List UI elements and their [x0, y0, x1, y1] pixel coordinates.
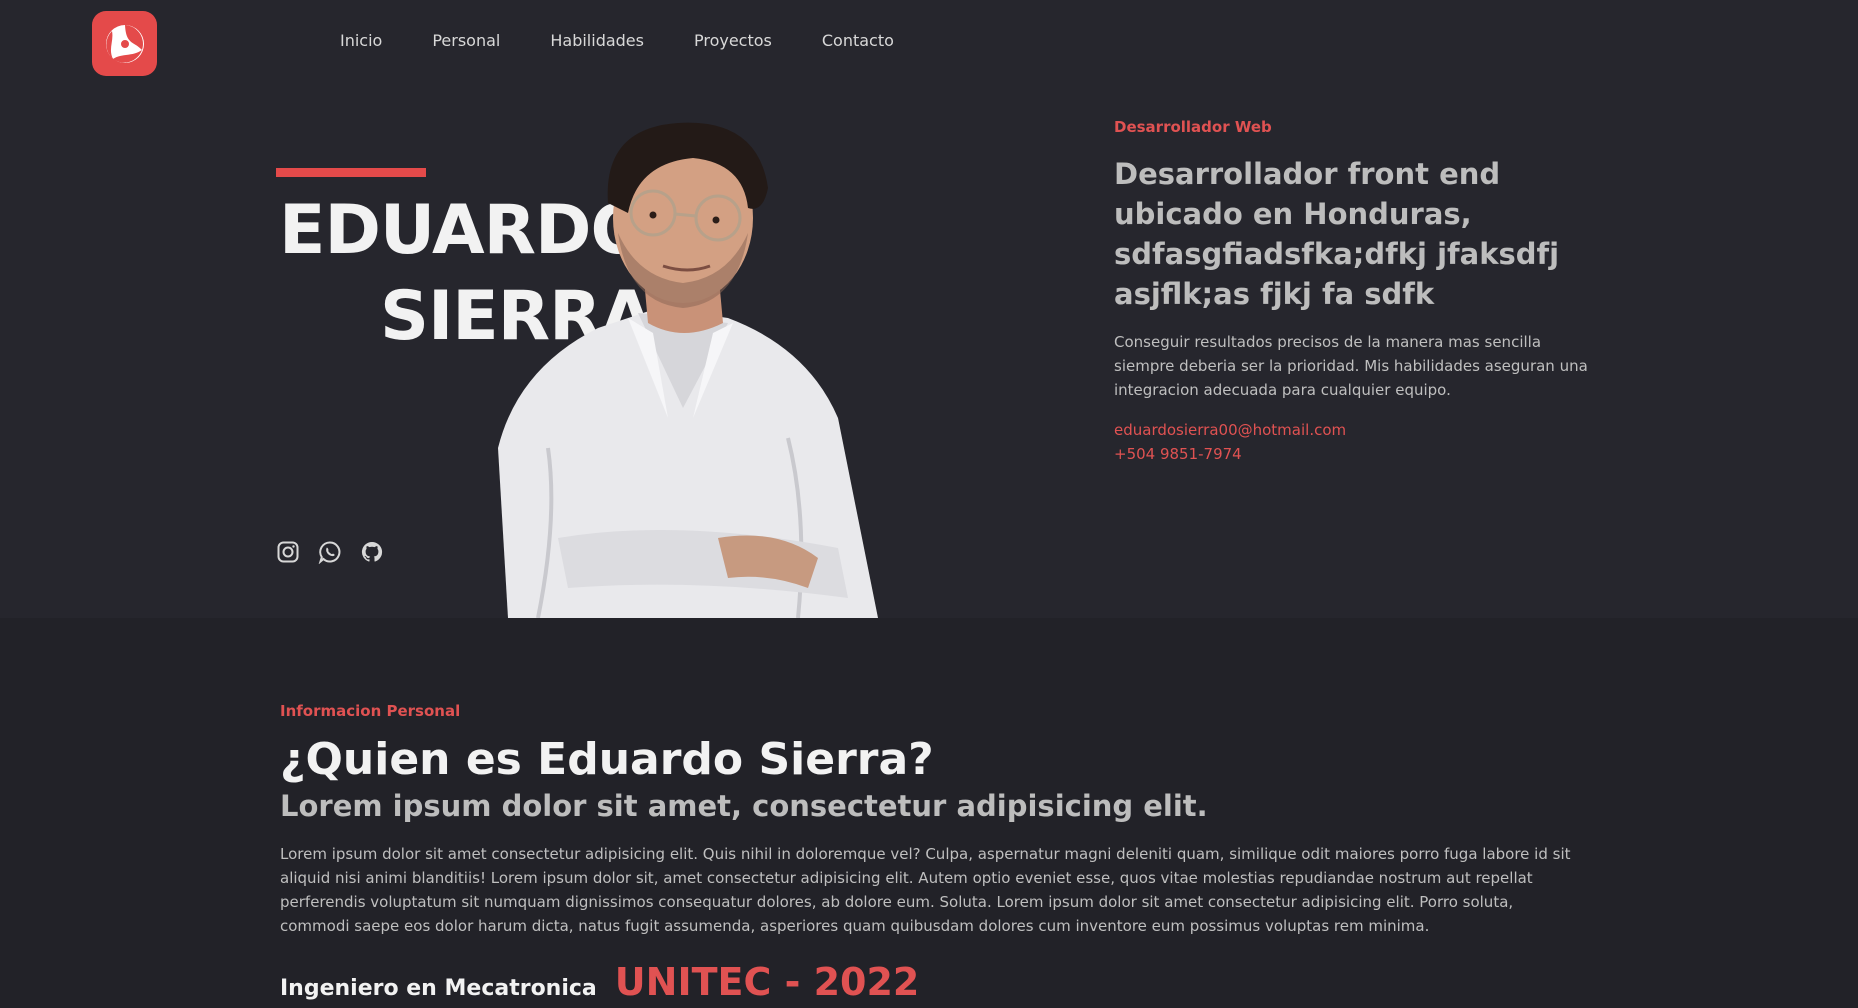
- hero-description: Conseguir resultados precisos de la mane…: [1114, 333, 1588, 399]
- logo[interactable]: [92, 11, 157, 76]
- accent-bar: [276, 168, 426, 177]
- phone-link[interactable]: +504 9851-7974: [1114, 442, 1594, 466]
- degree-row: Ingeniero en Mecatronica UNITEC - 2022: [280, 960, 1580, 1004]
- nav-link-proyectos[interactable]: Proyectos: [694, 31, 772, 50]
- personal-title: ¿Quien es Eduardo Sierra?: [280, 734, 934, 785]
- top-nav: Inicio Personal Habilidades Proyectos Co…: [0, 0, 1858, 88]
- personal-subtitle: Lorem ipsum dolor sit amet, consectetur …: [280, 789, 1208, 823]
- portrait-photo: [498, 122, 878, 618]
- nav-links: Inicio Personal Habilidades Proyectos Co…: [340, 31, 944, 50]
- social-links: [276, 540, 402, 564]
- nav-link-habilidades[interactable]: Habilidades: [550, 31, 644, 50]
- instagram-icon[interactable]: [276, 540, 300, 564]
- nav-link-inicio[interactable]: Inicio: [340, 31, 382, 50]
- degree-school: UNITEC - 2022: [614, 960, 920, 1004]
- personal-section: Informacion Personal ¿Quien es Eduardo S…: [0, 618, 1858, 1008]
- hero-intro: Desarrollador Web Desarrollador front en…: [1114, 118, 1594, 466]
- nav-link-contacto[interactable]: Contacto: [822, 31, 894, 50]
- hero-section: EDUARDO SIERRA Desarrollador Web Desarro…: [0, 88, 1858, 618]
- hero-headline: Desarrollador front end ubicado en Hondu…: [1114, 157, 1560, 311]
- degree-label: Ingeniero en Mecatronica: [280, 976, 597, 1001]
- nav-link-personal[interactable]: Personal: [432, 31, 500, 50]
- whatsapp-icon[interactable]: [318, 540, 342, 564]
- email-link[interactable]: eduardosierra00@hotmail.com: [1114, 418, 1594, 442]
- yin-yang-swirl-icon: [105, 24, 144, 63]
- hero-eyebrow: Desarrollador Web: [1114, 118, 1272, 136]
- personal-content: Informacion Personal ¿Quien es Eduardo S…: [280, 702, 1580, 1004]
- personal-eyebrow: Informacion Personal: [280, 702, 461, 720]
- personal-body: Lorem ipsum dolor sit amet consectetur a…: [280, 845, 1571, 935]
- github-icon[interactable]: [360, 540, 384, 564]
